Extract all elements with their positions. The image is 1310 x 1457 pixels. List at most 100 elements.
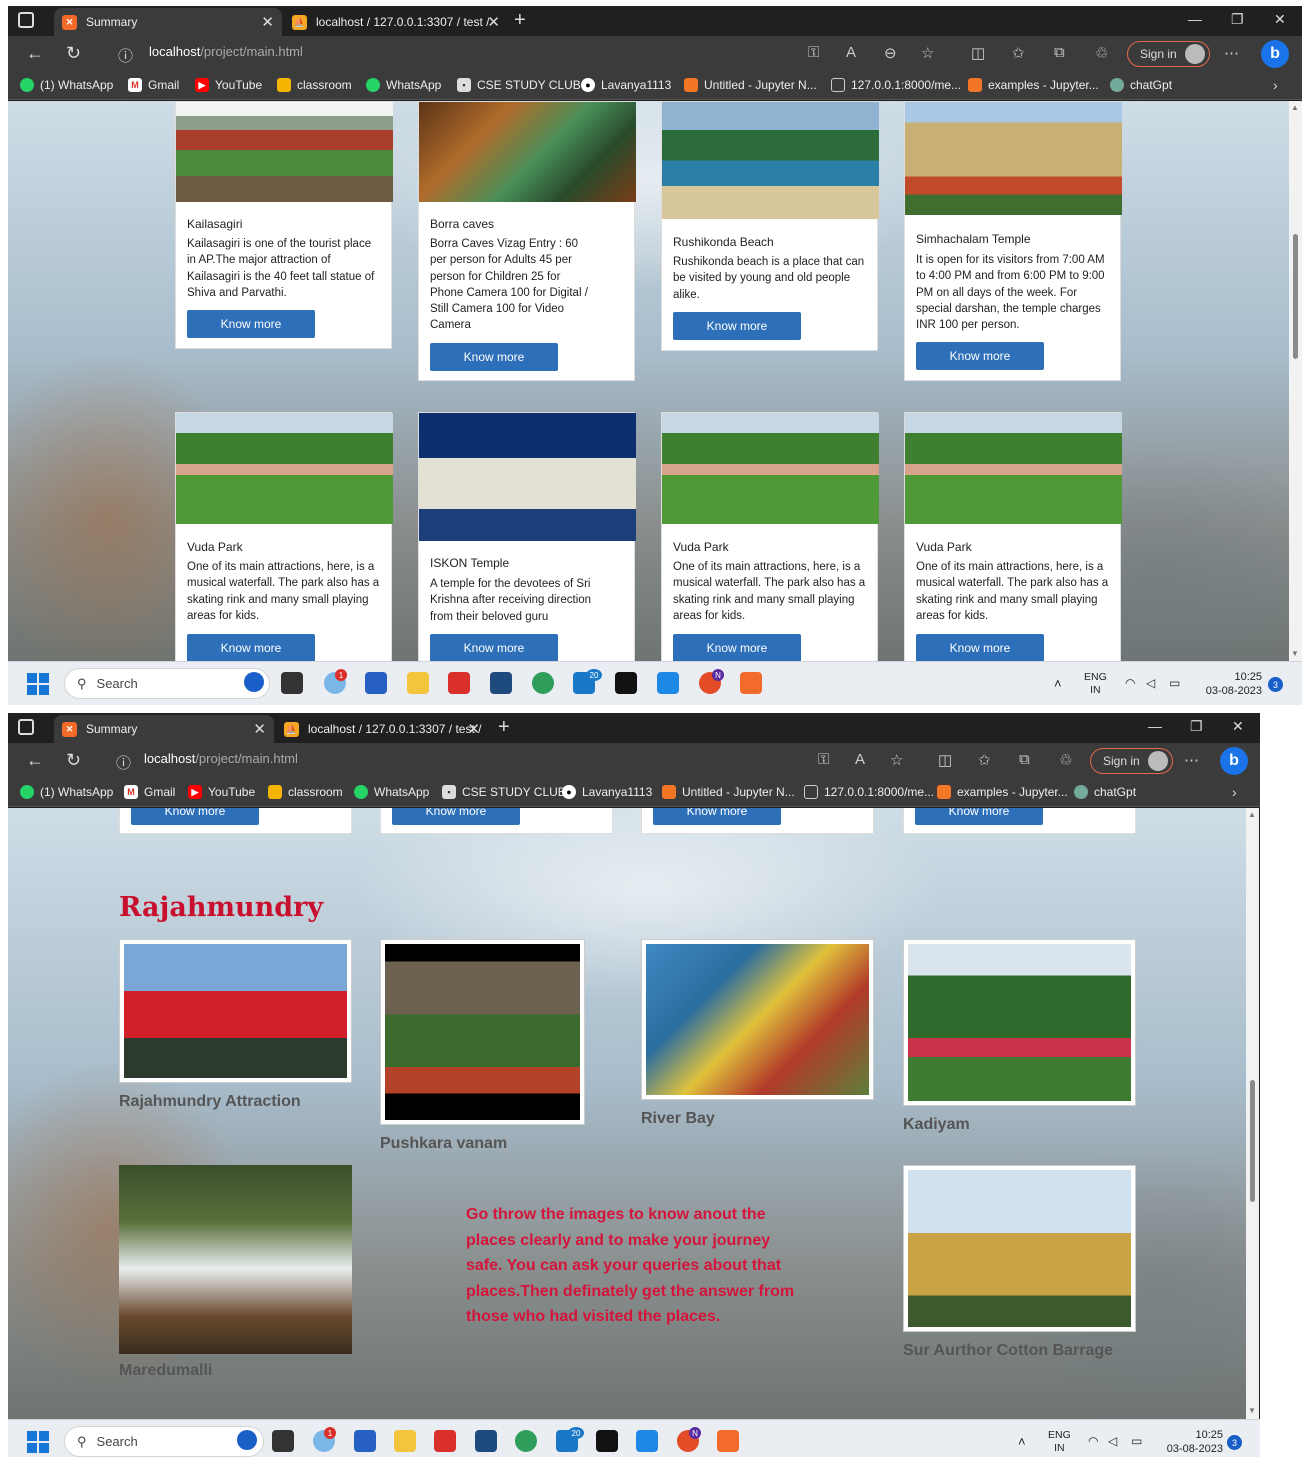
close-tab-icon[interactable]: ✕	[261, 13, 274, 31]
collections-icon[interactable]: ⧉	[1054, 44, 1065, 61]
scroll-up-icon[interactable]: ▲	[1291, 103, 1299, 112]
xampp-taskbar-icon[interactable]	[740, 672, 762, 694]
bookmark-classroom[interactable]: classroom	[277, 78, 352, 92]
file-explorer-icon[interactable]	[407, 672, 429, 694]
task-view-icon[interactable]	[272, 1430, 294, 1452]
wifi-icon[interactable]: ◠	[1125, 677, 1135, 690]
know-more-button[interactable]: Know more	[131, 808, 259, 825]
volume-icon[interactable]: ◁	[1146, 677, 1155, 690]
favorite-icon[interactable]: ☆	[890, 751, 903, 769]
bookmark-lavanya[interactable]: ● Lavanya1113	[581, 78, 671, 92]
know-more-button[interactable]: Know more	[915, 808, 1043, 825]
terminal-icon[interactable]	[596, 1430, 618, 1452]
sign-in-button[interactable]: Sign in	[1127, 41, 1210, 67]
bookmark-jupyter-examples[interactable]: examples - Jupyter...	[937, 785, 1068, 799]
chevron-up-icon[interactable]: ˄	[1018, 1435, 1026, 1448]
close-tab-icon[interactable]: ✕	[253, 720, 266, 738]
back-icon[interactable]: ←	[26, 43, 44, 64]
bookmark-classroom[interactable]: classroom	[268, 785, 343, 799]
info-icon[interactable]: ⓘ	[118, 45, 133, 66]
bookmarks-more-icon[interactable]: ›	[1273, 77, 1278, 93]
file-explorer-icon[interactable]	[394, 1430, 416, 1452]
bookmark-chatgpt[interactable]: chatGpt	[1110, 78, 1172, 92]
know-more-button[interactable]: Know more	[187, 310, 315, 338]
store-icon[interactable]	[354, 1430, 376, 1452]
sign-in-button[interactable]: Sign in	[1090, 748, 1173, 774]
battery-icon[interactable]: ▭	[1131, 1435, 1142, 1448]
wps-icon[interactable]	[448, 672, 470, 694]
collections-icon[interactable]: ⧉	[1019, 751, 1030, 768]
close-tab-icon[interactable]: ✕	[487, 13, 500, 31]
more-icon[interactable]: ⋯	[1224, 44, 1239, 62]
split-screen-icon[interactable]: ◫	[971, 44, 985, 62]
bookmark-chatgpt[interactable]: chatGpt	[1074, 785, 1136, 799]
minimize-icon[interactable]: —	[1148, 718, 1162, 734]
favorites-icon[interactable]: ✩	[978, 751, 991, 769]
bookmark-jupyter-untitled[interactable]: Untitled - Jupyter N...	[662, 785, 795, 799]
wifi-icon[interactable]: ◠	[1088, 1435, 1098, 1448]
bookmark-cse-study-club[interactable]: ▪ CSE STUDY CLUB	[457, 78, 581, 92]
task-view-icon[interactable]	[281, 672, 303, 694]
tab-phpmyadmin[interactable]: ⛵ localhost / 127.0.0.1:3307 / test / ✕	[284, 8, 508, 36]
taskbar-search[interactable]: ⚲ Search	[64, 1426, 264, 1457]
address-bar[interactable]: localhost/project/main.html	[144, 751, 298, 766]
know-more-button[interactable]: Know more	[673, 312, 801, 340]
bookmark-gmail[interactable]: M Gmail	[128, 78, 179, 92]
scroll-up-icon[interactable]: ▲	[1248, 810, 1256, 819]
refresh-icon[interactable]: ↻	[66, 43, 81, 64]
bookmark-localhost-8000[interactable]: 127.0.0.1:8000/me...	[804, 785, 934, 799]
vscode-icon[interactable]	[657, 672, 679, 694]
bookmark-lavanya[interactable]: ● Lavanya1113	[562, 785, 652, 799]
photo-rajahmundry-attraction[interactable]	[119, 939, 352, 1083]
know-more-button[interactable]: Know more	[673, 634, 801, 661]
know-more-button[interactable]: Know more	[916, 342, 1044, 370]
tab-summary[interactable]: ✕ Summary ✕	[54, 715, 274, 743]
close-window-icon[interactable]: ✕	[1232, 718, 1244, 735]
tab-actions-icon[interactable]	[18, 719, 34, 735]
scroll-down-icon[interactable]: ▼	[1291, 649, 1299, 658]
info-icon[interactable]: ⓘ	[116, 752, 131, 773]
bookmark-whatsapp-1[interactable]: (1) WhatsApp	[20, 78, 113, 92]
windows-start-icon[interactable]	[27, 673, 49, 695]
bookmark-whatsapp-2[interactable]: WhatsApp	[354, 785, 429, 799]
restore-icon[interactable]: ❐	[1231, 11, 1244, 28]
close-tab-icon[interactable]: ✕	[467, 720, 480, 738]
bookmark-jupyter-examples[interactable]: examples - Jupyter...	[968, 78, 1099, 92]
wps-icon[interactable]	[434, 1430, 456, 1452]
zoom-icon[interactable]: ⊖	[884, 44, 897, 62]
know-more-button[interactable]: Know more	[430, 343, 558, 371]
bookmark-gmail[interactable]: M Gmail	[124, 785, 175, 799]
read-aloud-icon[interactable]: A	[855, 751, 865, 768]
store-icon[interactable]	[365, 672, 387, 694]
favorites-icon[interactable]: ✩	[1012, 44, 1025, 62]
xampp-taskbar-icon[interactable]	[717, 1430, 739, 1452]
bookmark-localhost-8000[interactable]: 127.0.0.1:8000/me...	[831, 78, 961, 92]
know-more-button[interactable]: Know more	[653, 808, 781, 825]
new-tab-icon[interactable]: +	[498, 716, 510, 739]
edge-icon[interactable]	[532, 672, 554, 694]
edge-icon[interactable]	[515, 1430, 537, 1452]
new-tab-icon[interactable]: +	[514, 9, 526, 32]
volume-icon[interactable]: ◁	[1108, 1435, 1117, 1448]
scroll-thumb[interactable]	[1293, 234, 1298, 359]
scroll-thumb[interactable]	[1250, 1080, 1255, 1202]
scroll-down-icon[interactable]: ▼	[1248, 1406, 1256, 1415]
tab-summary[interactable]: ✕ Summary ✕	[54, 8, 282, 36]
bing-taskbar-icon[interactable]	[237, 1430, 257, 1450]
language-indicator[interactable]: ENG IN	[1084, 671, 1107, 697]
know-more-button[interactable]: Know more	[916, 634, 1044, 661]
bookmark-whatsapp-2[interactable]: WhatsApp	[366, 78, 441, 92]
chevron-up-icon[interactable]: ˄	[1054, 677, 1062, 690]
clock[interactable]: 10:25 03-08-2023	[1153, 1428, 1223, 1456]
bing-icon[interactable]: b	[1220, 747, 1248, 775]
extensions-icon[interactable]: ♲	[1059, 751, 1072, 769]
back-icon[interactable]: ←	[26, 750, 44, 771]
clock[interactable]: 10:25 03-08-2023	[1192, 670, 1262, 698]
bookmark-whatsapp-1[interactable]: (1) WhatsApp	[20, 785, 113, 799]
refresh-icon[interactable]: ↻	[66, 750, 81, 771]
bookmark-cse-study-club[interactable]: ▪ CSE STUDY CLUB	[442, 785, 566, 799]
battery-icon[interactable]: ▭	[1169, 677, 1180, 690]
close-window-icon[interactable]: ✕	[1274, 11, 1286, 28]
more-icon[interactable]: ⋯	[1184, 751, 1199, 769]
address-bar[interactable]: localhost/project/main.html	[149, 44, 303, 59]
